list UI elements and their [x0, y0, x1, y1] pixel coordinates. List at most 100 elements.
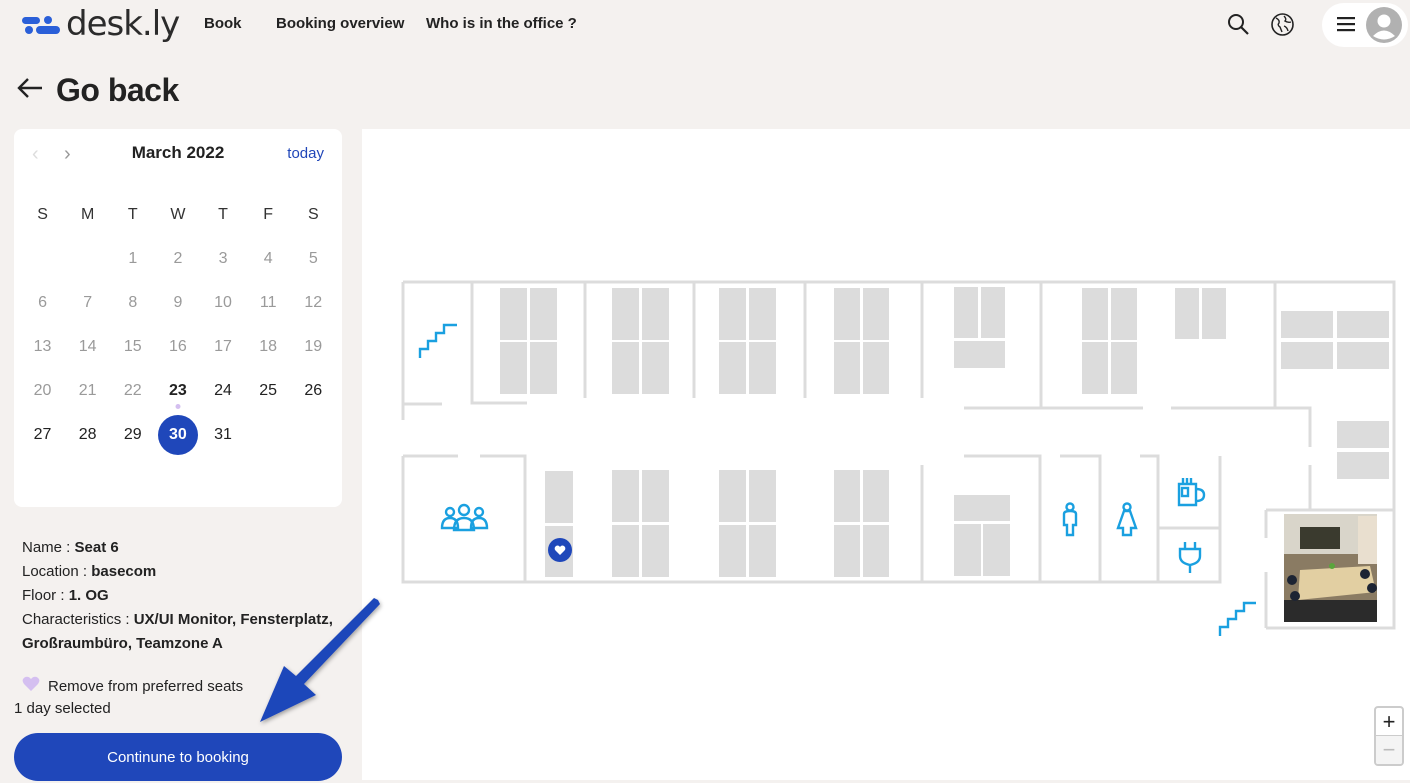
- calendar-day[interactable]: 27: [20, 413, 65, 457]
- days-selected-summary: 1 day selected: [14, 700, 111, 717]
- calendar-empty-cell: [291, 413, 336, 457]
- logo-text: desk.ly: [66, 4, 180, 44]
- weekday-label: S: [37, 206, 48, 223]
- calendar-day[interactable]: 31: [201, 413, 246, 457]
- top-navigation-bar: desk.ly Book Booking overview Who is in …: [0, 0, 1410, 50]
- stairs-icon-2: [1218, 601, 1256, 636]
- calendar-day-disabled: 1: [128, 250, 138, 267]
- calendar-day[interactable]: 25: [246, 369, 291, 413]
- calendar-grid: S M T W T F S 1 2 3 4 5 6 7 8 9 10 11 12 13 14 15 16 17 18 19 20 21…: [20, 193, 336, 457]
- seat-name-row: Name : Seat 6: [22, 536, 333, 560]
- seat-floor-label: Floor :: [22, 587, 69, 604]
- continue-to-booking-button[interactable]: Continune to booking: [14, 733, 342, 781]
- preferred-seat-marker: [548, 538, 572, 562]
- heart-icon: [22, 676, 40, 696]
- remove-preferred-seat-label: Remove from preferred seats: [48, 677, 244, 695]
- annotation-arrow-icon: [260, 598, 380, 722]
- zoom-in-button[interactable]: +: [1376, 708, 1402, 736]
- logo-mark-icon: [22, 14, 60, 34]
- seat-location-row: Location : basecom: [22, 560, 333, 584]
- calendar-week-row: 27 28 29 30 31: [20, 413, 336, 457]
- page-title: Go back: [56, 72, 179, 108]
- nav-book[interactable]: Book: [204, 15, 242, 32]
- calendar-day-disabled: 10: [214, 294, 232, 311]
- day-number: 30: [169, 426, 187, 443]
- calendar-week-row: 6 7 8 9 10 11 12: [20, 281, 336, 325]
- calendar-empty-cell: [65, 237, 110, 281]
- calendar-day-disabled: 9: [173, 294, 183, 311]
- calendar-day-disabled: 16: [169, 338, 187, 355]
- power-plug-icon: [1178, 542, 1202, 573]
- calendar-day-disabled: 14: [78, 338, 97, 355]
- coffee-icon: [1177, 478, 1206, 507]
- seat-name-value: Seat 6: [74, 539, 119, 556]
- calendar-day[interactable]: 26: [291, 369, 336, 413]
- calendar-day-disabled: 7: [83, 294, 93, 311]
- calendar-day-disabled: 11: [259, 294, 277, 311]
- logo[interactable]: desk.ly: [22, 4, 180, 44]
- floor-plan-map[interactable]: [260, 129, 1410, 780]
- menu-icon[interactable]: [1337, 16, 1355, 37]
- male-restroom-icon: [1062, 502, 1078, 537]
- calendar-day-disabled: 19: [304, 338, 323, 355]
- today-button[interactable]: today: [287, 145, 324, 162]
- globe-icon[interactable]: [1270, 12, 1295, 42]
- user-avatar-icon[interactable]: [1366, 7, 1402, 48]
- weekday-label: M: [81, 206, 95, 223]
- zoom-out-button[interactable]: −: [1376, 736, 1402, 764]
- calendar-day-today[interactable]: 23: [155, 369, 200, 413]
- calendar-day-disabled: 6: [38, 294, 48, 311]
- weekday-label: W: [170, 206, 186, 223]
- weekday-label: T: [127, 206, 138, 223]
- map-zoom-control: + −: [1374, 706, 1404, 766]
- calendar-week-row: 1 2 3 4 5: [20, 237, 336, 281]
- weekday-label: F: [263, 206, 274, 223]
- calendar-week-row: 20 21 22 23 24 25 26: [20, 369, 336, 413]
- calendar-day[interactable]: 29: [110, 413, 155, 457]
- calendar-week-row: 13 14 15 16 17 18 19: [20, 325, 336, 369]
- day-number: 23: [169, 382, 187, 399]
- calendar-day-disabled: 21: [78, 382, 97, 399]
- arrow-left-icon: [16, 76, 44, 105]
- calendar-day-disabled: 3: [218, 250, 228, 267]
- calendar-day-disabled: 2: [173, 250, 183, 267]
- seat-location-label: Location :: [22, 563, 92, 580]
- female-restroom-icon: [1116, 502, 1138, 537]
- search-icon[interactable]: [1226, 12, 1250, 41]
- seat-characteristics-label: Characteristics :: [22, 611, 134, 628]
- calendar-day-disabled: 18: [259, 338, 278, 355]
- seat-characteristics-value-2: Großraumbüro, Teamzone A: [22, 635, 223, 652]
- nav-who-is-in-office[interactable]: Who is in the office ?: [426, 15, 577, 32]
- calendar-day-disabled: 5: [308, 250, 318, 267]
- calendar-day-disabled: 22: [123, 382, 142, 399]
- calendar-empty-cell: [246, 413, 291, 457]
- floor-plan-svg: [401, 280, 1396, 636]
- calendar-day-disabled: 17: [214, 338, 232, 355]
- stairs-icon: [418, 323, 457, 358]
- go-back-link[interactable]: Go back: [16, 72, 179, 109]
- calendar-day-disabled: 15: [123, 338, 142, 355]
- calendar: ‹ › March 2022 today S M T W T F S 1 2 3 4 5 6 7 8 9 10 1…: [14, 129, 342, 507]
- weekday-label: S: [307, 206, 319, 223]
- remove-preferred-seat-button[interactable]: Remove from preferred seats: [22, 676, 243, 696]
- meeting-room-icon: [440, 503, 489, 532]
- meeting-room-photo: [1284, 514, 1377, 622]
- calendar-day-disabled: 4: [263, 250, 273, 267]
- calendar-day-disabled: 13: [33, 338, 52, 355]
- calendar-day-disabled: 12: [304, 294, 323, 311]
- calendar-day-disabled: 20: [33, 382, 52, 399]
- calendar-empty-cell: [20, 237, 65, 281]
- seat-name-label: Name :: [22, 539, 75, 556]
- calendar-day[interactable]: 24: [201, 369, 246, 413]
- desks: [500, 287, 1389, 577]
- weekday-header-row: SMTWTFS: [20, 193, 336, 237]
- calendar-header: ‹ › March 2022 today: [14, 129, 342, 177]
- user-menu[interactable]: [1322, 3, 1408, 47]
- seat-location-value: basecom: [91, 563, 157, 580]
- weekday-label: T: [218, 206, 228, 223]
- calendar-day[interactable]: 28: [65, 413, 110, 457]
- seat-floor-value: 1. OG: [68, 587, 109, 604]
- today-indicator-dot: [175, 404, 181, 409]
- calendar-day-selected[interactable]: 30: [155, 413, 200, 457]
- nav-booking-overview[interactable]: Booking overview: [276, 15, 404, 32]
